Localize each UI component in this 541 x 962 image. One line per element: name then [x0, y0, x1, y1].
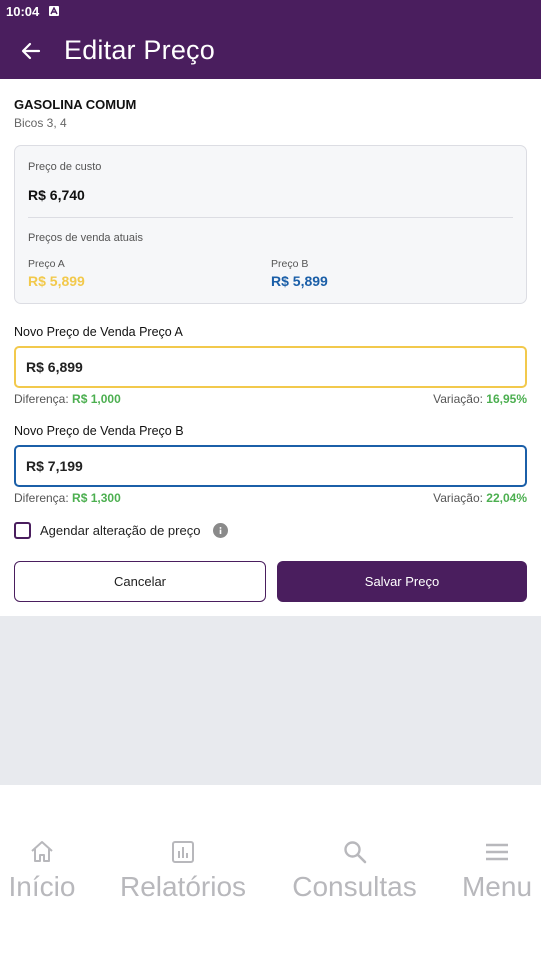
- difference-label: Diferença:: [14, 491, 69, 505]
- home-icon: [31, 841, 53, 862]
- price-b-label: Preço B: [271, 258, 309, 270]
- menu-icon: [486, 843, 508, 861]
- nav-label: Consultas: [292, 871, 417, 902]
- edit-price-form: GASOLINA COMUM Bicos 3, 4 Preço de custo…: [0, 79, 541, 616]
- status-time: 10:04: [6, 3, 40, 19]
- empty-background-area: [0, 616, 541, 785]
- price-a-difference: Diferença: R$ 1,000: [14, 392, 121, 406]
- cost-price-value: R$ 6,740: [28, 187, 85, 203]
- price-b-value: R$ 5,899: [271, 273, 328, 289]
- arrow-back-icon: [21, 42, 41, 59]
- cost-price-label: Preço de custo: [28, 161, 102, 173]
- save-price-button[interactable]: Salvar Preço: [277, 561, 527, 602]
- app-bar: Editar Preço: [0, 22, 541, 79]
- nav-item-consultas[interactable]: Consultas: [290, 839, 419, 903]
- price-b-variation: Variação: 22,04%: [433, 491, 527, 505]
- cancel-button[interactable]: Cancelar: [14, 561, 266, 602]
- schedule-change-row: Agendar alteração de preço: [14, 522, 229, 539]
- price-a-info-line: Diferença: R$ 1,000 Variação: 16,95%: [14, 392, 527, 406]
- price-b-info-line: Diferença: R$ 1,300 Variação: 22,04%: [14, 491, 527, 505]
- price-b-difference: Diferença: R$ 1,300: [14, 491, 121, 505]
- nav-item-menu[interactable]: Menu: [461, 839, 533, 903]
- search-icon: [343, 841, 366, 864]
- product-name: GASOLINA COMUM: [14, 97, 137, 112]
- new-price-b-value: R$ 7,199: [26, 458, 83, 474]
- card-divider: [28, 217, 513, 218]
- status-bar: 10:04: [0, 0, 541, 22]
- new-price-a-label: Novo Preço de Venda Preço A: [14, 325, 183, 339]
- price-a-value: R$ 5,899: [28, 273, 85, 289]
- info-icon[interactable]: [213, 523, 229, 538]
- bottom-navigation: Início Relatórios Consultas Menu: [0, 785, 541, 962]
- product-nozzles: Bicos 3, 4: [14, 116, 67, 130]
- nav-item-relatorios[interactable]: Relatórios: [119, 839, 247, 903]
- new-price-b-label: Novo Preço de Venda Preço B: [14, 424, 184, 438]
- variation-label: Variação:: [433, 392, 483, 406]
- back-button[interactable]: [0, 22, 62, 79]
- new-price-b-input[interactable]: R$ 7,199: [14, 445, 527, 487]
- nav-label: Início: [8, 871, 76, 902]
- notification-a-icon: [49, 6, 60, 16]
- variation-value: 22,04%: [486, 491, 527, 505]
- difference-value: R$ 1,000: [72, 392, 121, 406]
- current-prices-label: Preços de venda atuais: [28, 232, 143, 244]
- nav-label: Menu: [461, 871, 533, 902]
- new-price-a-value: R$ 6,899: [26, 359, 83, 375]
- price-a-label: Preço A: [28, 258, 65, 270]
- variation-label: Variação:: [433, 491, 483, 505]
- difference-label: Diferença:: [14, 392, 69, 406]
- page-title: Editar Preço: [64, 35, 215, 65]
- new-price-a-input[interactable]: R$ 6,899: [14, 346, 527, 388]
- nav-label: Relatórios: [119, 871, 247, 902]
- price-summary-card: Preço de custo R$ 6,740 Preços de venda …: [14, 145, 527, 304]
- difference-value: R$ 1,300: [72, 491, 121, 505]
- chart-icon: [172, 841, 194, 863]
- schedule-checkbox[interactable]: [14, 522, 31, 539]
- nav-item-inicio[interactable]: Início: [8, 839, 76, 903]
- schedule-label[interactable]: Agendar alteração de preço: [40, 523, 200, 538]
- price-a-variation: Variação: 16,95%: [433, 392, 527, 406]
- variation-value: 16,95%: [486, 392, 527, 406]
